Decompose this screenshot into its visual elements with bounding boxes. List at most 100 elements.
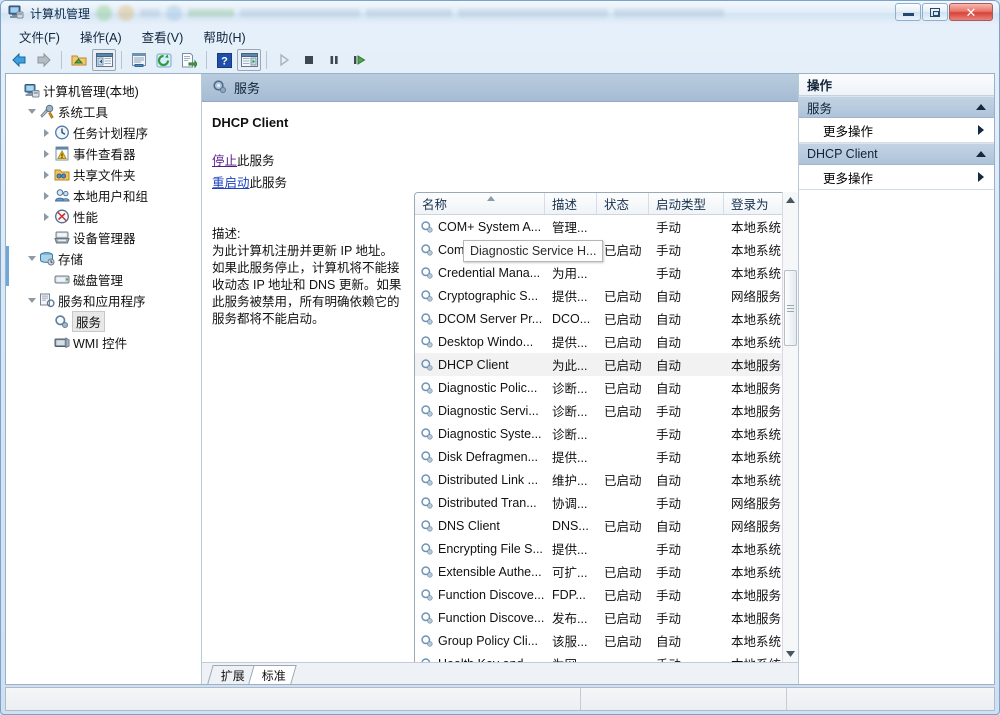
tree-item-8[interactable]: 存储 xyxy=(6,248,201,269)
table-row[interactable]: DNS Client DNS... 已启动 自动 网络服务 xyxy=(415,514,798,537)
table-row[interactable]: Group Policy Cli... 该服... 已启动 自动 本地系统 xyxy=(415,629,798,652)
scroll-up-arrow[interactable] xyxy=(783,192,798,208)
scrollbar-thumb[interactable] xyxy=(784,270,797,346)
table-row[interactable]: Desktop Windo... 提供... 已启动 自动 本地系统 xyxy=(415,330,798,353)
restart-service-link[interactable]: 重启动 xyxy=(212,176,250,190)
table-row[interactable]: DHCP Client 为此... 已启动 自动 本地服务 xyxy=(415,353,798,376)
up-folder-button[interactable] xyxy=(67,49,91,71)
stop-service-button[interactable] xyxy=(297,49,321,71)
column-header-0[interactable]: 名称 xyxy=(415,193,545,214)
menu-help[interactable]: 帮助(H) xyxy=(194,25,254,48)
table-row[interactable]: Encrypting File S... 提供... 手动 本地系统 xyxy=(415,537,798,560)
toolbar-separator xyxy=(266,51,267,69)
tree-twisty-expanded[interactable] xyxy=(25,109,38,114)
column-header-label: 启动类型 xyxy=(656,198,707,212)
menu-view[interactable]: 查看(V) xyxy=(133,25,193,48)
pause-service-button[interactable] xyxy=(322,49,346,71)
tree-twisty-collapsed[interactable] xyxy=(40,170,53,179)
stop-service-suffix: 此服务 xyxy=(237,154,275,168)
cell-startup: 自动 xyxy=(656,359,682,373)
column-header-2[interactable]: 状态 xyxy=(597,193,649,214)
tree-twisty-expanded[interactable] xyxy=(25,256,38,261)
tree-item-7[interactable]: 设备管理器 xyxy=(6,227,201,248)
tab-label: 扩展 xyxy=(220,668,245,683)
actions-groups: 服务更多操作 DHCP Client 更多操作 xyxy=(799,96,994,190)
tree-item-10[interactable]: 服务和应用程序 xyxy=(6,290,201,311)
column-header-1[interactable]: 描述 xyxy=(545,193,597,214)
refresh-button[interactable] xyxy=(152,49,176,71)
services-list-rows[interactable]: COM+ System A...管理...手动本地系统Computer Brow… xyxy=(415,215,798,662)
tree-item-11[interactable]: 服务 xyxy=(6,311,201,332)
show-action-pane-button[interactable] xyxy=(237,49,261,71)
cell-startup: 手动 xyxy=(656,589,682,603)
action-item-more-actions[interactable]: 更多操作 xyxy=(799,118,994,142)
menu-action[interactable]: 操作(A) xyxy=(71,25,131,48)
computer-management-icon xyxy=(8,4,24,23)
chevron-right-icon xyxy=(978,172,984,182)
tree-item-0[interactable]: 计算机管理(本地) xyxy=(6,80,201,101)
table-row[interactable]: DCOM Server Pr... DCO... 已启动 自动 本地系统 xyxy=(415,307,798,330)
tree-item-1[interactable]: 系统工具 xyxy=(6,101,201,122)
restart-service-button[interactable] xyxy=(347,49,371,71)
properties-button[interactable] xyxy=(127,49,151,71)
cell-name: Cryptographic S... xyxy=(415,289,545,303)
actions-group-header-1[interactable]: DHCP Client xyxy=(799,143,994,165)
cell-desc: FDP... xyxy=(552,587,586,602)
table-row[interactable]: Diagnostic Syste... 诊断... 手动 本地系统 xyxy=(415,422,798,445)
close-button[interactable]: ✕ xyxy=(949,3,993,21)
description-label: 描述: xyxy=(212,227,241,241)
tree-twisty-collapsed[interactable] xyxy=(40,128,53,137)
table-row[interactable]: Diagnostic Polic... 诊断... 已启动 自动 本地服务 xyxy=(415,376,798,399)
table-row[interactable]: Distributed Link ... 维护... 已启动 自动 本地系统 xyxy=(415,468,798,491)
table-row[interactable]: Disk Defragmen... 提供... 手动 本地系统 xyxy=(415,445,798,468)
menu-file[interactable]: 文件(F) xyxy=(10,25,69,48)
column-header-3[interactable]: 启动类型 xyxy=(649,193,724,214)
table-row[interactable]: Diagnostic Servi... 诊断... 已启动 手动 本地服务 xyxy=(415,399,798,422)
services-list[interactable]: 名称 描述 状态 启动类型 登录为 COM+ System A... 管理... 手动 本地系… xyxy=(414,192,798,662)
tab-1[interactable]: 标准 xyxy=(248,665,297,684)
help-button[interactable]: ? xyxy=(212,49,236,71)
service-name: DCOM Server Pr... xyxy=(438,311,543,326)
back-button[interactable] xyxy=(7,49,31,71)
cell-name: DCOM Server Pr... xyxy=(415,312,545,326)
action-item-more-actions[interactable]: 更多操作 xyxy=(799,165,994,189)
stop-service-link[interactable]: 停止 xyxy=(212,154,237,168)
service-name: Group Policy Cli... xyxy=(438,633,539,648)
table-row[interactable]: Distributed Tran... 协调... 手动 网络服务 xyxy=(415,491,798,514)
tree-item-9[interactable]: 磁盘管理 xyxy=(6,269,201,290)
tree-item-12[interactable]: WMI 控件 xyxy=(6,332,201,353)
table-row[interactable]: Function Discove... FDP... 已启动 手动 本地服务 xyxy=(415,583,798,606)
service-gear-icon xyxy=(420,450,434,464)
tree-twisty-collapsed[interactable] xyxy=(40,191,53,200)
forward-button[interactable] xyxy=(32,49,56,71)
tree-twisty-expanded[interactable] xyxy=(25,298,38,303)
cell-desc: 为网... xyxy=(545,654,597,662)
tree-item-3[interactable]: 事件查看器 xyxy=(6,143,201,164)
tree-item-2[interactable]: 任务计划程序 xyxy=(6,122,201,143)
show-hide-tree-button[interactable] xyxy=(92,49,116,71)
table-row[interactable]: Health Key and ...为网...手动本地系统 xyxy=(415,652,798,662)
export-list-button[interactable] xyxy=(177,49,201,71)
chevron-up-icon[interactable] xyxy=(976,151,986,157)
tree-scroll-indicator[interactable] xyxy=(6,246,9,286)
tree-twisty-collapsed[interactable] xyxy=(40,212,53,221)
actions-group-header-0[interactable]: 服务 xyxy=(799,96,994,118)
table-row[interactable]: COM+ System A... 管理... 手动 本地系统 xyxy=(415,215,798,238)
table-row[interactable]: Cryptographic S... 提供... 已启动 自动 网络服务 xyxy=(415,284,798,307)
services-list-scrollbar[interactable] xyxy=(782,192,798,662)
console-tree-pane[interactable]: 计算机管理(本地) 系统工具 任务计划程序 事件查看器 共享文件夹 本地用户和组 性能 设备管… xyxy=(6,74,202,684)
scroll-down-arrow[interactable] xyxy=(783,646,798,662)
tree-item-5[interactable]: 本地用户和组 xyxy=(6,185,201,206)
service-gear-icon xyxy=(420,542,434,556)
actions-group-title: 服务 xyxy=(807,101,833,116)
minimize-button[interactable] xyxy=(895,3,921,21)
table-row[interactable]: Extensible Authe... 可扩... 已启动 手动 本地系统 xyxy=(415,560,798,583)
chevron-up-icon[interactable] xyxy=(976,104,986,110)
tree-item-6[interactable]: 性能 xyxy=(6,206,201,227)
table-row[interactable]: Function Discove... 发布... 已启动 手动 本地服务 xyxy=(415,606,798,629)
chevron-down-icon xyxy=(27,109,36,114)
tree-twisty-collapsed[interactable] xyxy=(40,149,53,158)
tree-item-4[interactable]: 共享文件夹 xyxy=(6,164,201,185)
table-row[interactable]: Credential Mana... 为用... 手动 本地系统 xyxy=(415,261,798,284)
maximize-button[interactable] xyxy=(922,3,948,21)
